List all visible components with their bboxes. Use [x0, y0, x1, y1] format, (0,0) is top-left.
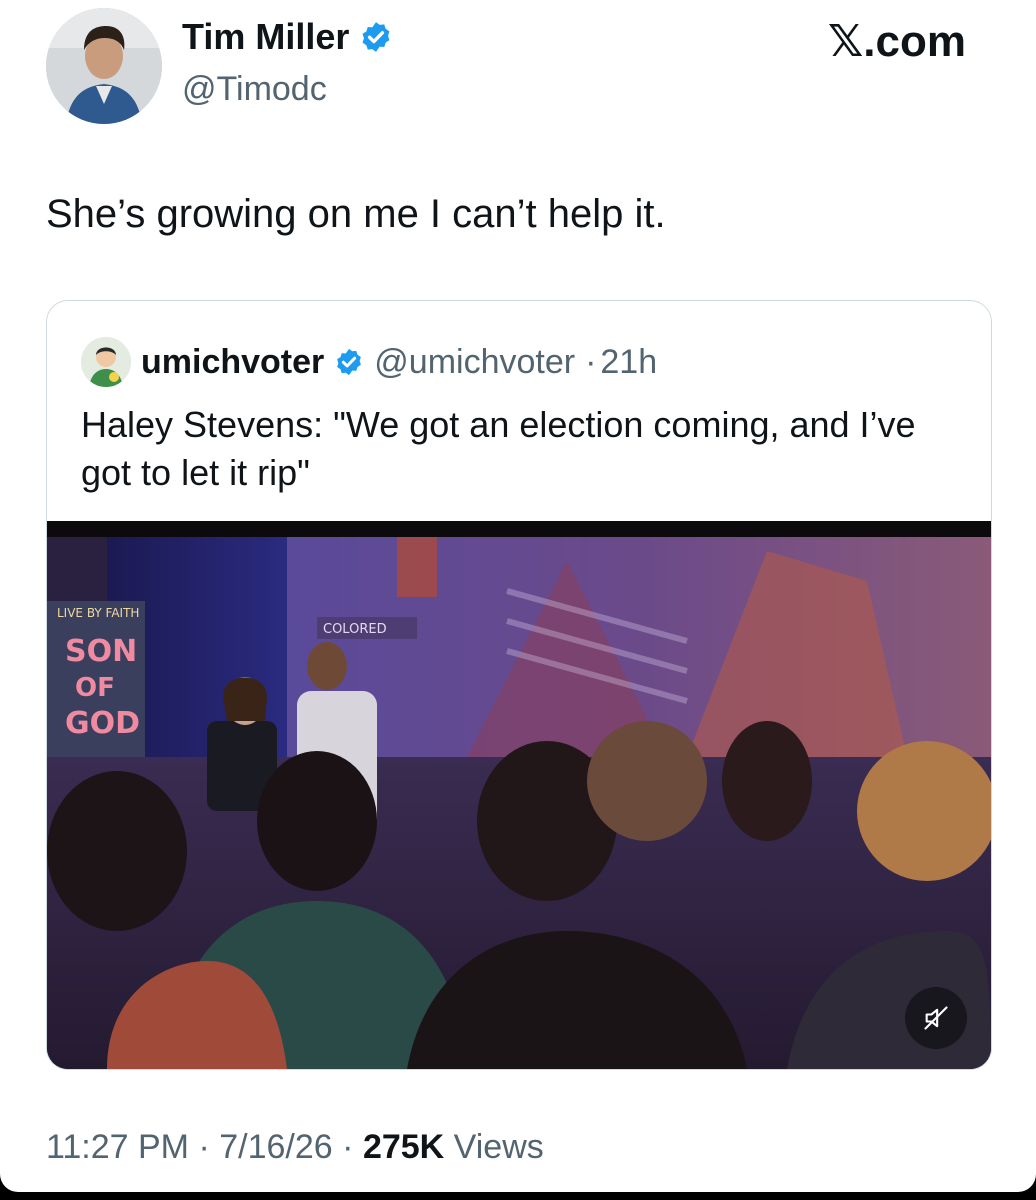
video-frame: LIVE BY FAITH SON OF GOD COLORED — [47, 521, 991, 1069]
tweet-meta: 11:27 PM · 7/16/26 · 275K Views — [46, 1128, 544, 1167]
meta-separator: · — [198, 1128, 210, 1166]
cartoon-avatar-icon — [81, 337, 131, 387]
video-player[interactable]: LIVE BY FAITH SON OF GOD COLORED — [47, 521, 991, 1069]
screen-caption: COLORED — [323, 622, 387, 637]
verified-badge-icon — [362, 22, 390, 52]
x-logo-text: 𝕏.com — [827, 17, 966, 66]
quoted-age[interactable]: 21h — [600, 343, 657, 382]
author-display-name[interactable]: Tim Miller — [182, 16, 349, 58]
quoted-tweet-header: umichvoter @umichvoter · 21h — [81, 337, 657, 387]
muted-speaker-icon — [924, 1006, 948, 1030]
tweet-time[interactable]: 11:27 PM — [46, 1128, 189, 1166]
quoted-tweet[interactable]: umichvoter @umichvoter · 21h Haley Steve… — [46, 300, 992, 1070]
person-avatar-icon — [46, 8, 162, 124]
meta-separator: · — [585, 342, 597, 381]
author-avatar[interactable] — [46, 8, 162, 124]
tweet-text: She’s growing on me I can’t help it. — [46, 192, 666, 236]
views-count: 275K — [362, 1128, 445, 1166]
banner-line-1: LIVE BY FAITH — [57, 606, 139, 620]
mute-button[interactable] — [905, 987, 967, 1049]
banner-line-3: OF — [75, 673, 115, 703]
verified-badge-icon — [337, 348, 362, 376]
views-label: Views — [453, 1128, 544, 1166]
quoted-tweet-text: Haley Stevens: "We got an election comin… — [81, 404, 916, 493]
meta-separator: · — [342, 1128, 354, 1166]
banner-line-4: GOD — [65, 706, 140, 741]
author-name-row[interactable]: Tim Miller — [182, 16, 393, 58]
quoted-handle[interactable]: @umichvoter — [374, 343, 575, 382]
tweet-card: Tim Miller @Timodc 𝕏.com She’s growing o… — [0, 0, 1036, 1192]
quoted-display-name[interactable]: umichvoter — [141, 343, 324, 382]
tweet-date[interactable]: 7/16/26 — [219, 1128, 332, 1166]
quoted-author-avatar[interactable] — [81, 337, 131, 387]
author-handle[interactable]: @Timodc — [182, 70, 327, 109]
banner-line-2: SON — [65, 634, 137, 669]
